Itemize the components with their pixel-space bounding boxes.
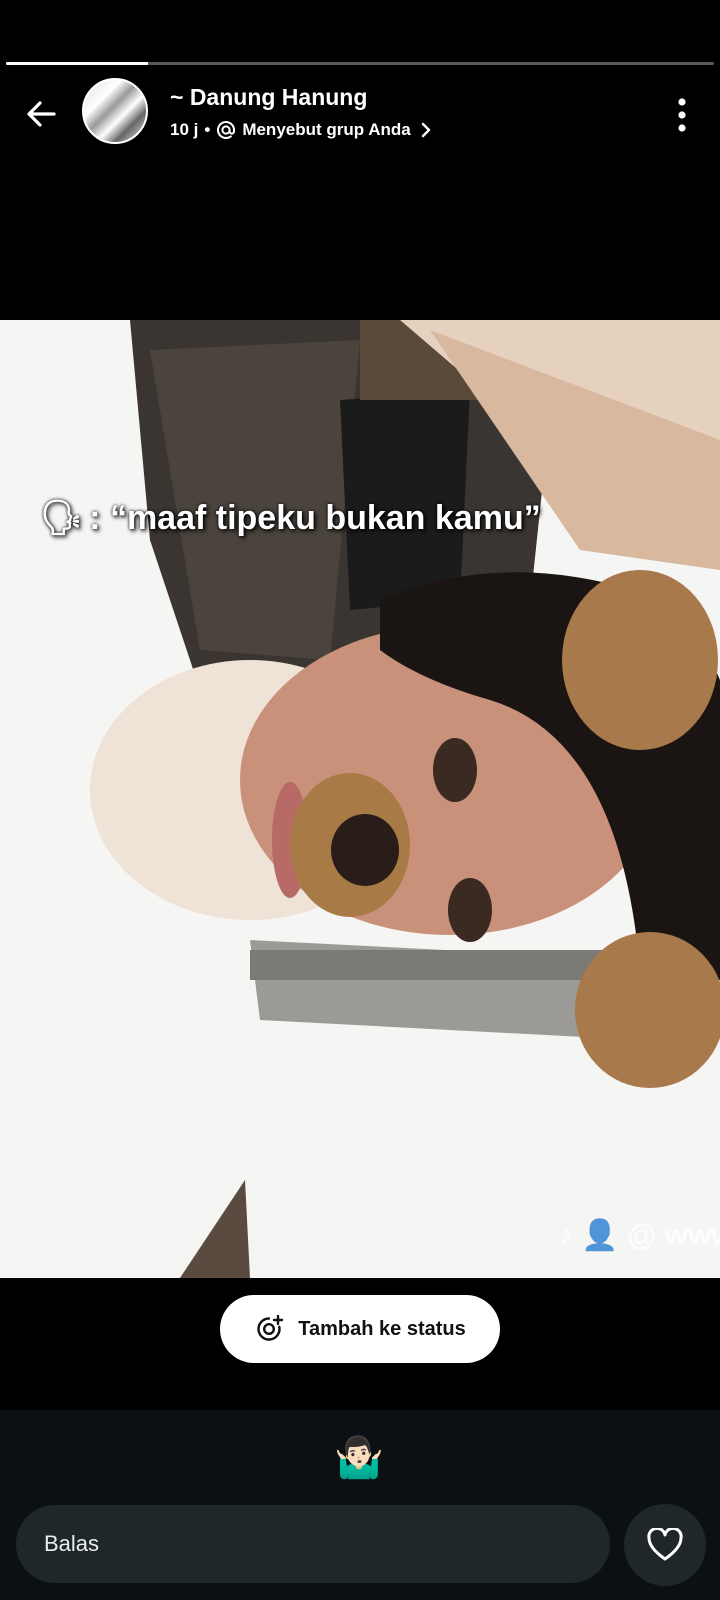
like-button[interactable] [624,1504,706,1586]
story-caption: 🗣 : “maaf tipeku bukan kamu” [40,498,541,538]
story-meta[interactable]: 10 j • Menyebut grup Anda [170,120,435,140]
meta-separator: • [204,120,211,139]
caption-text: : “maaf tipeku bukan kamu” [89,498,541,537]
mention-text: Menyebut grup Anda [242,120,411,139]
reply-input[interactable] [42,1530,610,1558]
more-options-button[interactable] [662,92,702,138]
quick-reaction-emoji[interactable]: 🤷🏻‍♂️ [334,1434,384,1482]
story-time: 10 j [170,120,199,139]
back-button[interactable] [20,92,64,136]
story-progress-bar [6,62,714,65]
status-add-icon [257,1314,284,1341]
add-to-status-button[interactable]: Tambah ke status [220,1295,500,1363]
arrow-left-icon [27,101,56,127]
story-header: ~ Danung Hanung 10 j • Menyebut grup And… [0,70,720,160]
caption-emoji: 🗣 [40,499,84,537]
at-sign-icon [217,121,236,139]
author-avatar[interactable] [82,78,148,144]
story-progress-fill [6,62,148,65]
heart-icon [647,1528,683,1561]
add-to-status-label: Tambah ke status [298,1317,466,1340]
author-name[interactable]: ~ Danung Hanung [170,84,367,111]
more-vertical-icon [678,98,686,132]
tiktok-watermark: ♪ 👤 @ www [558,1219,720,1252]
reply-bar: 🤷🏻‍♂️ [0,1410,720,1600]
reply-field-container[interactable] [16,1505,610,1583]
story-media[interactable]: 🗣 : “maaf tipeku bukan kamu” ♪ 👤 @ www [0,320,720,1278]
chevron-right-icon [421,122,430,138]
story-photo [0,320,720,1278]
